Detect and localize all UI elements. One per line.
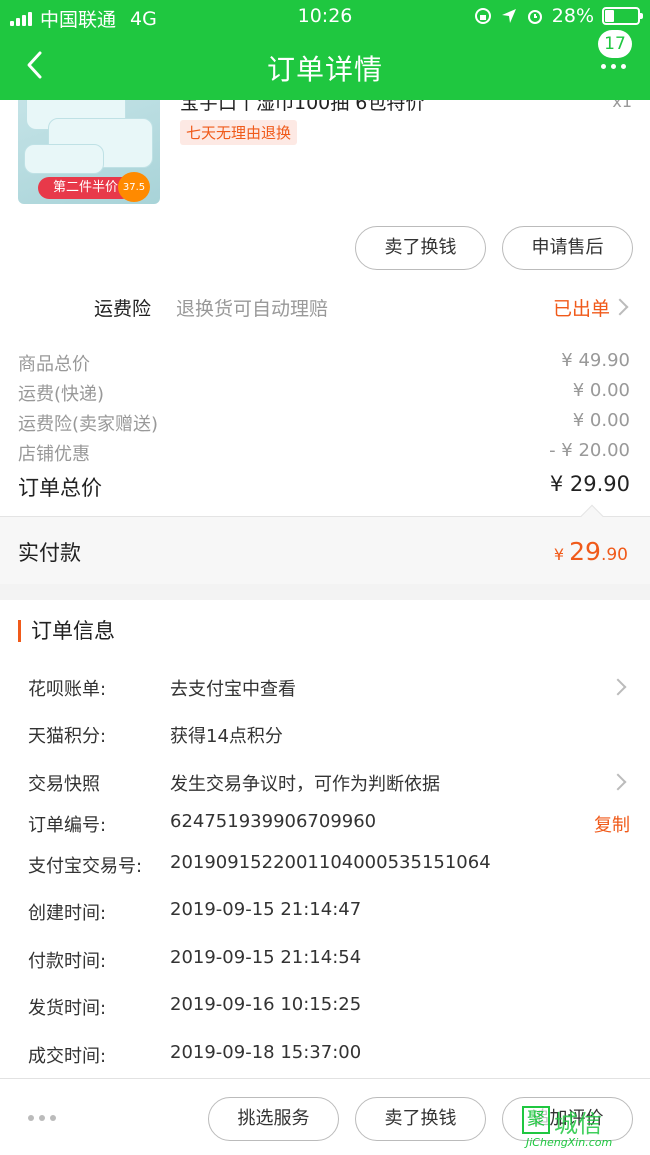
price-line-goods: 商品总价 ¥ 49.90 [18,350,630,375]
price-line-discount: 店铺优惠 - ¥ 20.00 [18,440,630,465]
actual-payment-label: 实付款 [18,541,81,565]
battery-fill [605,10,614,22]
info-row-created: 创建时间: 2019-09-15 21:14:47 [28,899,362,924]
more-dots-icon [601,64,626,69]
sell-for-cash-button-bottom[interactable]: 卖了换钱 [355,1097,486,1141]
info-row-snapshot[interactable]: 交易快照 发生交易争议时，可作为判断依据 [0,767,650,797]
info-row-points: 天猫积分: 获得14点积分 [28,726,283,747]
more-dots-icon[interactable] [28,1115,56,1121]
status-bar: 中国联通 4G 10:26 28% [0,0,650,34]
image-price-badge: 37.5 [118,172,150,202]
chevron-right-icon [609,678,627,696]
apply-aftersale-button[interactable]: 申请售后 [502,226,633,270]
actual-payment: 实付款 ¥ 29.90 [0,504,650,584]
message-count-badge: 17 [598,30,632,58]
actual-payment-amount: ¥ 29.90 [553,537,628,566]
page-title: 订单详情 [266,53,383,86]
order-total: 订单总价 ¥ 29.90 [18,472,630,500]
sell-for-cash-button[interactable]: 卖了换钱 [355,226,486,270]
price-line-shipping: 运费(快递) ¥ 0.00 [18,380,630,405]
return-policy-tag: 七天无理由退换 [180,120,298,145]
more-menu-button[interactable]: 17 [584,30,632,78]
location-icon [501,9,516,23]
chevron-right-icon [609,773,627,791]
info-row-alipay-number: 支付宝交易号: 2019091522001104000535151064 [28,852,491,877]
insurance-label: 运费险 [94,298,152,320]
copy-order-number-button[interactable]: 复制 [594,811,630,837]
info-row-completed: 成交时间: 2019-09-18 15:37:00 [28,1042,362,1067]
alarm-icon [527,10,542,24]
order-info-title: 订单信息 [18,620,115,642]
battery-icon [602,7,643,25]
insurance-status: 已出单 [552,298,610,320]
battery-percent: 28% [551,5,594,27]
info-row-huabei[interactable]: 花呗账单: 去支付宝中查看 [0,672,650,702]
info-row-order-number: 订单编号: 624751939906709960 复制 [28,811,630,837]
insurance-desc: 退换货可自动理赔 [176,298,329,320]
info-row-shipped: 发货时间: 2019-09-16 10:15:25 [28,994,362,1019]
site-watermark: 聚 城信 JiChengXin.com [522,1102,642,1154]
price-line-insurance: 运费险(卖家赠送) ¥ 0.00 [18,410,630,435]
info-row-paid: 付款时间: 2019-09-15 21:14:54 [28,947,362,972]
select-service-button[interactable]: 挑选服务 [208,1097,339,1141]
rotation-lock-icon [474,8,491,24]
chevron-right-icon [611,298,629,316]
shipping-insurance-row[interactable]: 运费险 退换货可自动理赔 已出单 [0,282,650,330]
top-header: 中国联通 4G 10:26 28% 订单详情 17 [0,0,650,100]
